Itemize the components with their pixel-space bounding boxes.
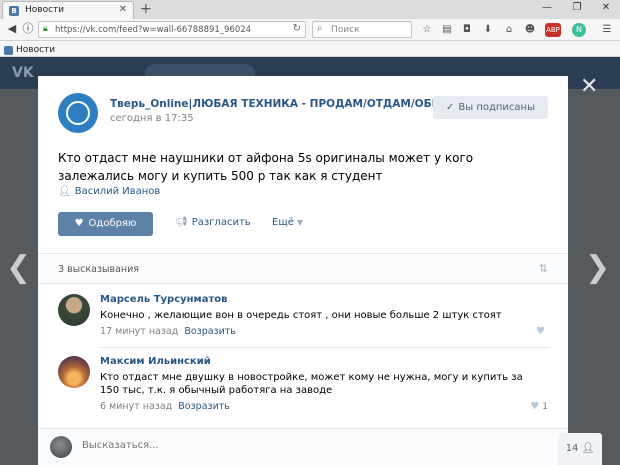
search-placeholder: Поиск (331, 25, 360, 35)
post-text: Кто отдаст мне наушники от айфона 5s ори… (58, 151, 474, 183)
comment-time[interactable]: 6 минут назад (100, 401, 172, 412)
online-friends-widget[interactable]: 14 👤︎ (558, 433, 602, 465)
person-icon: 👤︎ (58, 186, 71, 197)
group-name-link[interactable]: Тверь_Online|ЛЮБАЯ ТЕХНИКА - ПРОДАМ/ОТДА… (110, 98, 458, 110)
comment-text: Кто отдаст мне двушку в новостройке, мож… (100, 372, 523, 396)
group-avatar[interactable] (58, 93, 98, 133)
back-icon[interactable]: ◀ (5, 22, 19, 36)
comments-header: 3 высказывания ⇅ (38, 253, 568, 284)
download-icon[interactable]: ⬇ (481, 23, 495, 37)
check-icon: ✓ (446, 102, 455, 113)
comment-text: Конечно , желающие вон в очередь стоят ,… (100, 310, 502, 321)
comment-like-count: 1 (542, 402, 548, 412)
person-icon: 👤︎ (581, 443, 595, 454)
megaphone-icon: 📢︎ (175, 217, 188, 228)
post-signer[interactable]: 👤︎ Василий Иванов (58, 186, 160, 197)
comment-meta: 17 минут назад Возразить (100, 326, 236, 337)
subscribed-label: Вы подписаны (458, 102, 535, 113)
more-button[interactable]: Ещё ▼ (272, 217, 303, 228)
subscribed-button[interactable]: ✓ Вы подписаны (433, 96, 548, 119)
window-close-icon[interactable]: ✕ (596, 2, 616, 13)
vk-favicon-icon: В (9, 6, 19, 16)
comment-like-button[interactable]: ♥ 1 (530, 401, 548, 412)
share-button[interactable]: 📢︎ Разгласить (175, 217, 251, 228)
search-icon: ⌕ (317, 23, 323, 34)
more-label: Ещё (272, 217, 294, 228)
comment-time[interactable]: 17 минут назад (100, 326, 178, 337)
comment-divider (100, 347, 550, 348)
comment-avatar[interactable] (58, 356, 90, 388)
like-label: Одобряю (88, 218, 137, 229)
minimize-icon[interactable]: — (537, 2, 557, 13)
smiley-addon-icon[interactable]: ☻ (523, 23, 537, 37)
comment-item: Максим Ильинский Кто отдаст мне двушку в… (38, 356, 568, 416)
maximize-icon[interactable]: ❐ (567, 2, 587, 13)
post-time[interactable]: сегодня в 17:35 (110, 113, 194, 124)
close-modal-icon[interactable]: ✕ (580, 74, 598, 99)
share-label: Разгласить (191, 217, 251, 228)
chevron-down-icon: ▼ (296, 218, 304, 227)
new-tab-icon[interactable]: + (140, 1, 152, 17)
reply-input[interactable] (82, 440, 282, 451)
browser-toolbar: ◀ ⓘ 🔒︎ https://vk.com/feed?w=wall-667888… (0, 19, 620, 41)
prev-post-arrow-icon[interactable]: ❮ (6, 250, 31, 285)
browser-tab[interactable]: В Новости ✕ (2, 1, 134, 19)
bookmark-news[interactable]: Новости (4, 43, 55, 55)
heart-icon: ♥ (530, 401, 540, 412)
tab-title: Новости (25, 5, 65, 15)
like-button[interactable]: ♥ Одобряю (58, 212, 153, 236)
group-avatar-logo (66, 101, 90, 125)
online-count: 14 (565, 443, 579, 454)
url-text: https://vk.com/feed?w=wall-66788891_9602… (55, 25, 252, 35)
heart-icon: ♥ (536, 326, 545, 337)
bookmark-star-icon[interactable]: ☆ (420, 23, 434, 37)
bookmarks-bar: Новости (0, 41, 620, 57)
comment-item: Марсель Турсунматов Конечно , желающие в… (38, 293, 568, 348)
home-icon[interactable]: ⌂ (502, 23, 516, 37)
reply-bar (38, 428, 568, 465)
reload-icon[interactable]: ↻ (293, 23, 301, 34)
my-avatar[interactable] (50, 436, 72, 458)
reply-link[interactable]: Возразить (178, 401, 230, 412)
signer-name: Василий Иванов (74, 186, 161, 197)
comment-meta: 6 минут назад Возразить (100, 401, 230, 412)
browser-search-box[interactable]: ⌕ Поиск (312, 21, 412, 38)
addon-n-icon[interactable]: N (572, 23, 586, 37)
comment-like-button[interactable]: ♥ (536, 326, 548, 337)
lock-icon: 🔒︎ (43, 24, 48, 34)
next-post-arrow-icon[interactable]: ❯ (585, 250, 610, 285)
menu-icon[interactable]: ☰ (600, 23, 614, 37)
vk-logo[interactable]: VK (12, 65, 34, 81)
comment-author[interactable]: Максим Ильинский (100, 356, 211, 367)
adblock-icon[interactable]: ABP (545, 23, 561, 37)
vk-bookmark-icon (4, 45, 13, 55)
reading-list-icon[interactable]: ▤ (440, 23, 454, 37)
address-bar[interactable]: 🔒︎ https://vk.com/feed?w=wall-66788891_9… (38, 21, 306, 38)
heart-icon: ♥ (74, 218, 84, 229)
browser-tab-strip: В Новости ✕ + — ❐ ✕ (0, 0, 620, 19)
info-icon[interactable]: ⓘ (21, 22, 35, 36)
post-modal: Тверь_Online|ЛЮБАЯ ТЕХНИКА - ПРОДАМ/ОТДА… (38, 76, 568, 465)
comment-author[interactable]: Марсель Турсунматов (100, 294, 227, 305)
bookmark-label: Новости (16, 45, 56, 55)
tab-close-icon[interactable]: ✕ (119, 4, 127, 15)
pocket-icon[interactable]: ◘ (460, 23, 474, 37)
sort-icon[interactable]: ⇅ (539, 262, 548, 275)
reply-link[interactable]: Возразить (184, 326, 236, 337)
comments-count: 3 высказывания (58, 264, 140, 275)
comment-avatar[interactable] (58, 294, 90, 326)
